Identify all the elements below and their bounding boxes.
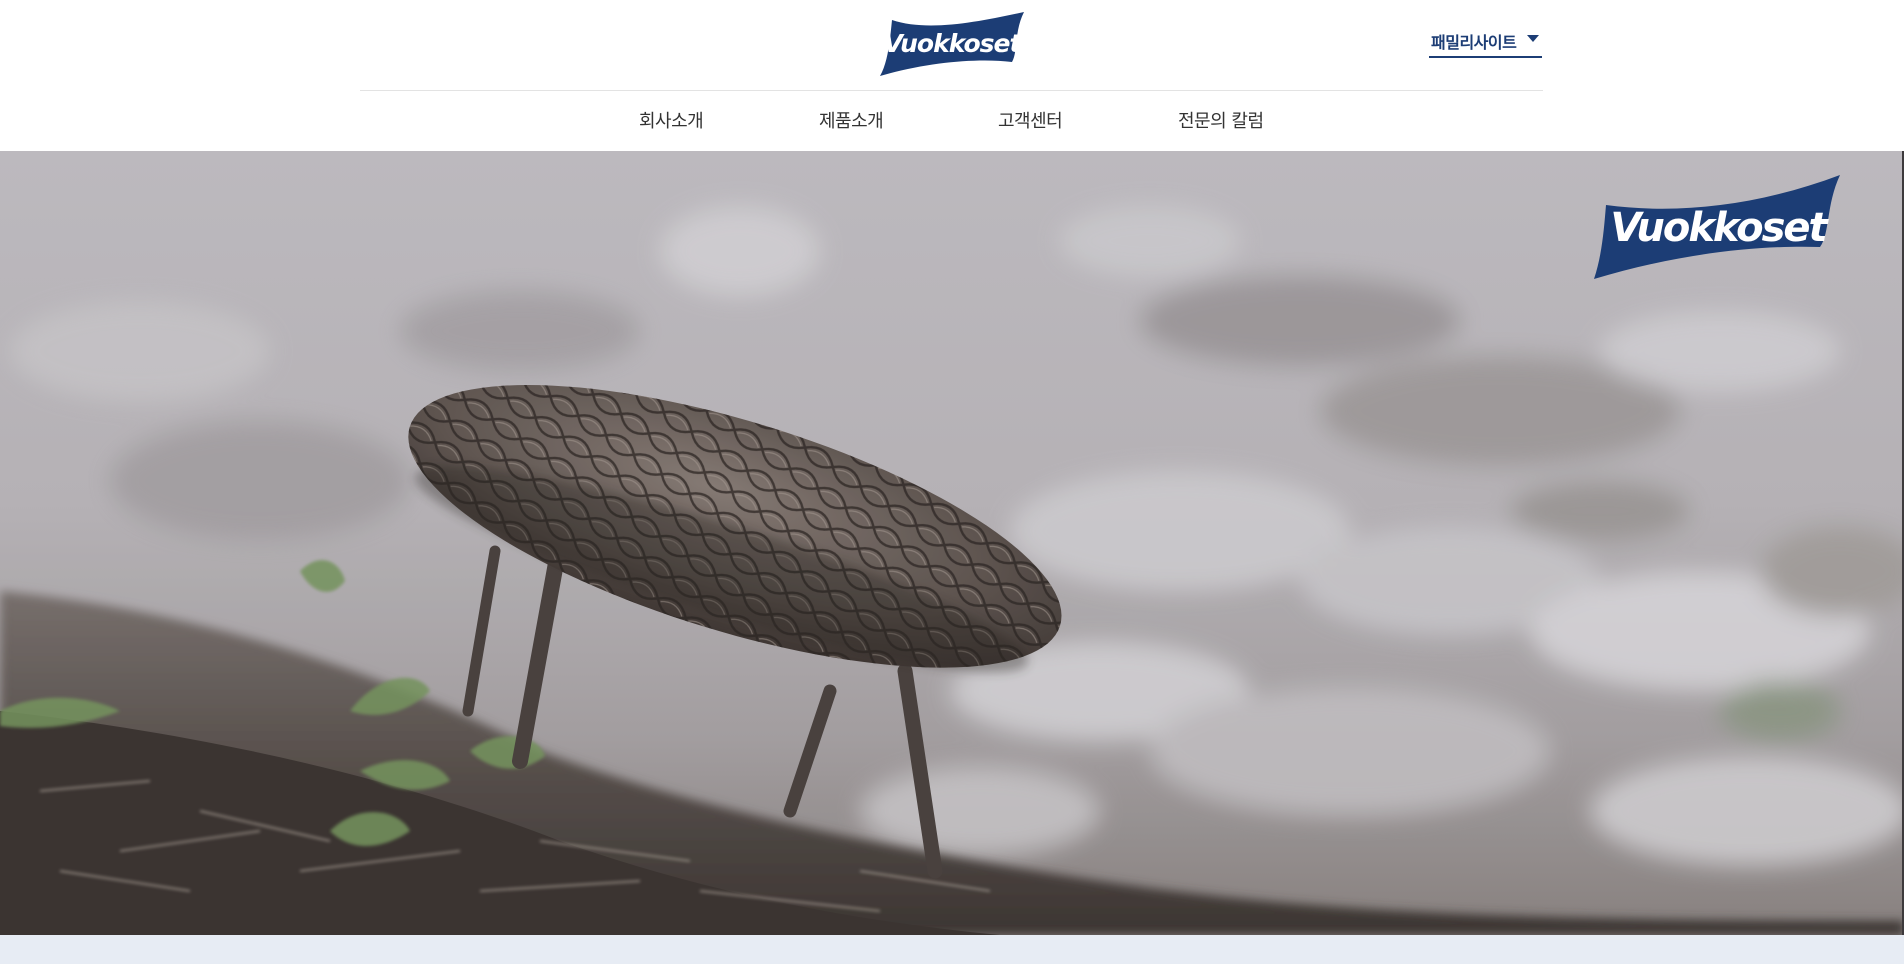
hero-banner: Vuokkoset	[0, 151, 1904, 935]
hero-logo: Vuokkoset	[1590, 175, 1846, 279]
caret-down-icon	[1527, 35, 1539, 42]
family-site-label: 패밀리사이트	[1431, 33, 1517, 52]
nav-item-expert-column[interactable]: 전문의 칼럼	[1178, 107, 1264, 133]
site-header: Vuokkoset 패밀리사이트 회사소개 제품소개 고객센터 전문의 칼럼	[0, 0, 1904, 151]
nav-item-customer-center[interactable]: 고객센터	[998, 107, 1063, 133]
nav-item-products[interactable]: 제품소개	[819, 107, 884, 133]
nav-item-company[interactable]: 회사소개	[639, 107, 704, 133]
header-logo[interactable]: Vuokkoset	[878, 12, 1026, 76]
page: Vuokkoset 패밀리사이트 회사소개 제품소개 고객센터 전문의 칼럼 V…	[0, 0, 1904, 964]
family-site-dropdown[interactable]: 패밀리사이트	[1429, 24, 1542, 58]
content-band	[0, 935, 1904, 964]
vuokkoset-logo-icon: Vuokkoset	[1594, 175, 1840, 279]
logo-text: Vuokkoset	[884, 29, 1023, 58]
hero-logo-text: Vuokkoset	[1610, 205, 1829, 251]
vuokkoset-logo-icon: Vuokkoset	[880, 12, 1024, 76]
main-nav: 회사소개 제품소개 고객센터 전문의 칼럼	[0, 91, 1904, 151]
